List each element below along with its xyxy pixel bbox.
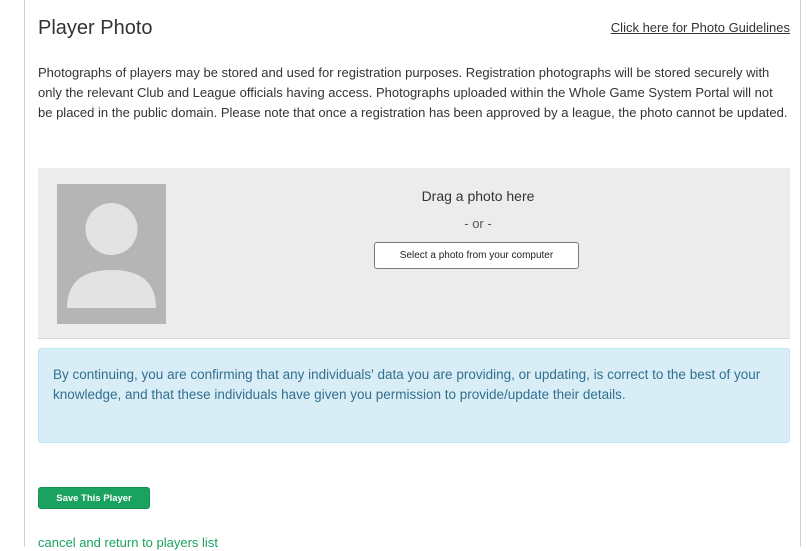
cancel-return-link[interactable]: cancel and return to players list bbox=[38, 535, 218, 551]
drag-photo-text: Drag a photo here bbox=[421, 188, 535, 204]
section-header: Player Photo Click here for Photo Guidel… bbox=[38, 14, 790, 44]
save-player-button[interactable]: Save This Player bbox=[38, 487, 150, 509]
avatar bbox=[57, 184, 166, 324]
photo-upload-panel: Drag a photo here - or - Select a photo … bbox=[38, 168, 790, 339]
data-consent-notice: By continuing, you are confirming that a… bbox=[38, 348, 790, 443]
photo-guidelines-link[interactable]: Click here for Photo Guidelines bbox=[611, 20, 790, 35]
photo-drop-zone[interactable]: Drag a photo here - or - Select a photo … bbox=[188, 168, 768, 339]
person-silhouette-icon bbox=[57, 184, 166, 324]
or-separator: - or - bbox=[464, 216, 492, 231]
intro-text: Photographs of players may be stored and… bbox=[38, 65, 788, 120]
page-title: Player Photo bbox=[38, 17, 153, 39]
player-photo-panel: Player Photo Click here for Photo Guidel… bbox=[24, 0, 801, 550]
select-photo-button[interactable]: Select a photo from your computer bbox=[374, 242, 579, 269]
